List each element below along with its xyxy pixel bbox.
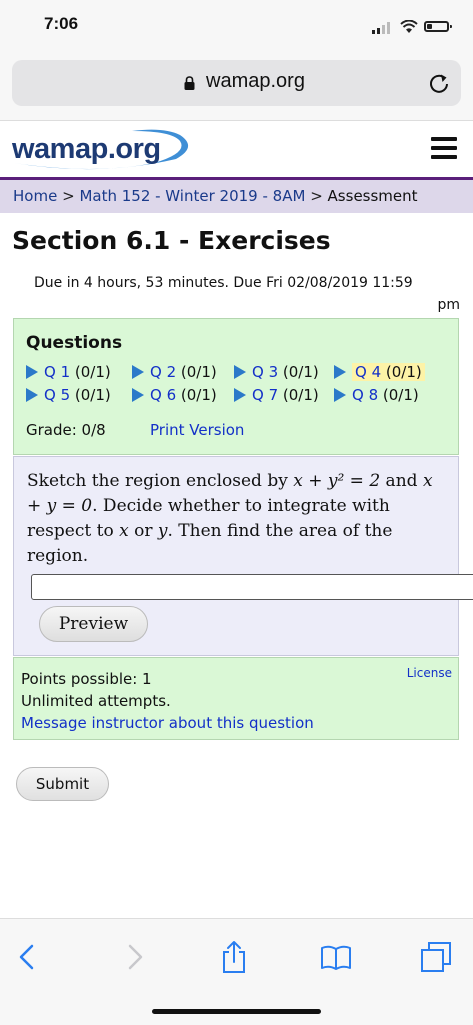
- site-header: wamap.org: [0, 121, 473, 180]
- question-nav-item-5[interactable]: Q 5 (0/1): [26, 384, 111, 406]
- due-date: Due in 4 hours, 53 minutes. Due Fri 02/0…: [34, 272, 460, 316]
- url-text: wamap.org: [206, 70, 305, 92]
- breadcrumb-home[interactable]: Home: [13, 187, 57, 205]
- page-title: Section 6.1 - Exercises: [12, 226, 331, 255]
- due-line-1: Due in 4 hours, 53 minutes. Due Fri 02/0…: [34, 275, 413, 291]
- answer-input[interactable]: [31, 574, 473, 600]
- question-nav-item-4-current[interactable]: Q 4 (0/1): [334, 361, 425, 383]
- equation: x + y² = 2: [293, 471, 381, 491]
- points-panel: Points possible: 1 Unlimited attempts. M…: [13, 657, 459, 740]
- tabs-icon[interactable]: [418, 939, 454, 975]
- reload-icon[interactable]: [428, 72, 450, 94]
- site-logo[interactable]: wamap.org: [12, 133, 161, 166]
- lock-icon: [184, 76, 195, 90]
- question-link[interactable]: Q 8: [352, 386, 378, 404]
- question-link[interactable]: Q 2: [150, 363, 176, 381]
- question-text-part: and: [380, 471, 423, 491]
- question-nav-item-1[interactable]: Q 1 (0/1): [26, 361, 111, 383]
- question-nav-item-2[interactable]: Q 2 (0/1): [132, 361, 217, 383]
- questions-heading: Questions: [26, 333, 123, 353]
- license-link[interactable]: License: [407, 666, 452, 680]
- breadcrumb-separator: >: [62, 187, 75, 205]
- book-icon[interactable]: [318, 939, 354, 975]
- question-score: (0/1): [282, 363, 319, 381]
- question-score: (0/1): [74, 363, 111, 381]
- question-link[interactable]: Q 6: [150, 386, 176, 404]
- breadcrumb-course[interactable]: Math 152 - Winter 2019 - 8AM: [79, 187, 305, 205]
- breadcrumb-separator: >: [310, 187, 323, 205]
- play-triangle-icon: [132, 388, 144, 402]
- question-text: Sketch the region enclosed by x + y² = 2…: [27, 469, 447, 569]
- question-text-part: Sketch the region enclosed by: [27, 471, 294, 491]
- home-indicator[interactable]: [152, 1009, 321, 1014]
- play-triangle-icon: [234, 388, 246, 402]
- cellular-signal-icon: [372, 22, 394, 34]
- points-possible: Points possible: 1: [21, 670, 152, 688]
- attempts-text: Unlimited attempts.: [21, 692, 171, 710]
- wifi-icon: [400, 20, 418, 33]
- address-bar[interactable]: wamap.org: [12, 60, 461, 106]
- question-panel: Sketch the region enclosed by x + y² = 2…: [13, 456, 473, 656]
- breadcrumb: Home > Math 152 - Winter 2019 - 8AM > As…: [0, 180, 473, 213]
- status-bar: 7:06: [0, 0, 473, 52]
- variable: x: [119, 521, 129, 541]
- due-line-2: pm: [437, 297, 460, 313]
- battery-icon: [424, 21, 452, 32]
- hamburger-menu-icon[interactable]: [431, 137, 457, 161]
- question-score: (0/1): [382, 386, 419, 404]
- question-link[interactable]: Q 5: [44, 386, 70, 404]
- print-version-link[interactable]: Print Version: [150, 421, 244, 439]
- browser-toolbar: [0, 918, 473, 1025]
- question-link[interactable]: Q 1: [44, 363, 70, 381]
- grade-text: Grade: 0/8: [26, 421, 106, 439]
- status-time: 7:06: [44, 14, 79, 33]
- question-score: (0/1): [385, 363, 422, 381]
- play-triangle-icon: [334, 388, 346, 402]
- chevron-right-icon[interactable]: [116, 939, 152, 975]
- browser-address-area: wamap.org: [0, 52, 473, 121]
- play-triangle-icon: [234, 365, 246, 379]
- play-triangle-icon: [334, 365, 346, 379]
- message-instructor-link[interactable]: Message instructor about this question: [21, 712, 314, 734]
- question-nav-item-8[interactable]: Q 8 (0/1): [334, 384, 419, 406]
- submit-button[interactable]: Submit: [16, 767, 109, 801]
- question-text-part: or: [128, 521, 158, 541]
- breadcrumb-current: Assessment: [327, 187, 418, 205]
- question-link[interactable]: Q 7: [252, 386, 278, 404]
- question-score: (0/1): [74, 386, 111, 404]
- chevron-left-icon[interactable]: [10, 939, 46, 975]
- question-nav-item-7[interactable]: Q 7 (0/1): [234, 384, 319, 406]
- play-triangle-icon: [26, 388, 38, 402]
- question-score: (0/1): [282, 386, 319, 404]
- questions-panel: Questions Q 1 (0/1) Q 2 (0/1) Q 3 (0/1) …: [13, 318, 459, 455]
- question-link[interactable]: Q 3: [252, 363, 278, 381]
- question-nav-item-6[interactable]: Q 6 (0/1): [132, 384, 217, 406]
- play-triangle-icon: [132, 365, 144, 379]
- question-nav-item-3[interactable]: Q 3 (0/1): [234, 361, 319, 383]
- play-triangle-icon: [26, 365, 38, 379]
- question-link[interactable]: Q 4: [355, 363, 381, 381]
- share-icon[interactable]: [216, 939, 252, 975]
- question-score: (0/1): [180, 386, 217, 404]
- question-score: (0/1): [180, 363, 217, 381]
- preview-button[interactable]: Preview: [39, 606, 148, 642]
